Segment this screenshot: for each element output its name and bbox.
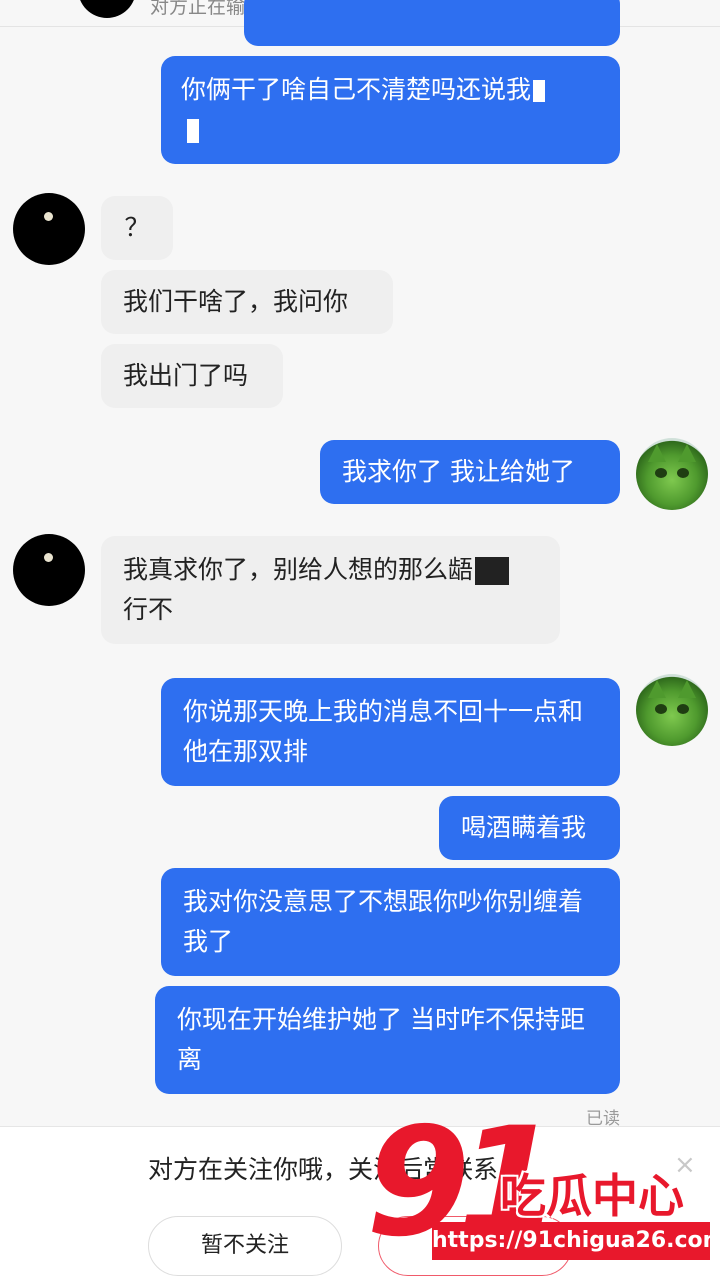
redacted-block <box>475 557 510 585</box>
message-bubble-outgoing[interactable]: 我对你没意思了不想跟你吵你别缠着我了 <box>161 868 620 976</box>
message-bubble-incoming[interactable]: ？ <box>101 196 173 260</box>
message-text: 你俩干了啥自己不清楚吗还说我 <box>181 75 532 104</box>
message-bubble-outgoing[interactable]: 我求你了 我让给她了 <box>320 440 620 504</box>
user-avatar[interactable] <box>636 438 708 510</box>
message-text: 你现在开始维护她了 当时咋不保持距离 <box>177 1005 585 1074</box>
avatar-ear <box>678 444 696 462</box>
redacted-block <box>187 119 199 143</box>
contact-avatar[interactable] <box>13 193 85 265</box>
skip-follow-button[interactable]: 暂不关注 <box>148 1216 342 1276</box>
avatar-eye <box>655 468 667 478</box>
contact-avatar[interactable] <box>78 0 136 18</box>
message-bubble-outgoing[interactable] <box>244 0 620 46</box>
user-avatar[interactable] <box>636 674 708 746</box>
avatar-ear <box>648 680 666 698</box>
watermark-url: https://91chigua26.com <box>432 1222 720 1260</box>
avatar-eye <box>677 704 689 714</box>
message-bubble-incoming[interactable]: 我真求你了，别给人想的那么龉 行不 <box>101 536 560 644</box>
redacted-block <box>533 80 546 102</box>
message-text: 我求你了 我让给她了 <box>342 457 575 486</box>
message-text: ？ <box>124 213 150 242</box>
message-bubble-outgoing[interactable]: 你俩干了啥自己不清楚吗还说我 <box>161 56 620 164</box>
message-text: 你说那天晚上我的消息不回十一点和他在那双排 <box>183 697 584 766</box>
message-text: 我真求你了，别给人想的那么龉 <box>123 555 474 584</box>
message-bubble-incoming[interactable]: 我出门了吗 <box>101 344 283 408</box>
message-text: 喝酒瞒着我 <box>461 813 587 842</box>
avatar-ear <box>648 444 666 462</box>
message-text-line2: 行不 <box>123 595 174 624</box>
message-text: 我们干啥了，我问你 <box>123 287 349 316</box>
message-bubble-outgoing[interactable]: 你现在开始维护她了 当时咋不保持距离 <box>155 986 620 1094</box>
message-text: 我出门了吗 <box>123 361 249 390</box>
message-text: 我对你没意思了不想跟你吵你别缠着我了 <box>183 887 584 956</box>
message-bubble-incoming[interactable]: 我们干啥了，我问你 <box>101 270 393 334</box>
message-bubble-outgoing[interactable]: 你说那天晚上我的消息不回十一点和他在那双排 <box>161 678 620 786</box>
watermark-logo-text: 吃瓜中心 <box>500 1169 684 1223</box>
avatar-ear <box>678 680 696 698</box>
avatar-eye <box>655 704 667 714</box>
avatar-eye <box>677 468 689 478</box>
contact-avatar[interactable] <box>13 534 85 606</box>
message-bubble-outgoing[interactable]: 喝酒瞒着我 <box>439 796 620 860</box>
